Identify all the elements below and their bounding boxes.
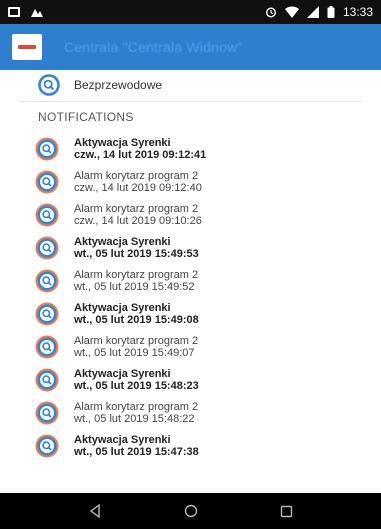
- notification-text: Aktywacja Syrenki wt., 05 lut 2019 15:48:…: [74, 368, 199, 392]
- notification-text: Alarm korytarz program 2 wt., 05 lut 2019…: [74, 269, 198, 293]
- notification-date: wt., 05 lut 2019 15:48:23: [74, 379, 199, 392]
- notification-item[interactable]: Alarm korytarz program 2 wt., 05 lut 2019…: [0, 264, 381, 297]
- notification-item[interactable]: Aktywacja Syrenki wt., 05 lut 2019 15:49:…: [0, 297, 381, 330]
- notification-date: wt., 05 lut 2019 15:49:53: [74, 247, 199, 260]
- notification-title: Aktywacja Syrenki: [74, 301, 171, 314]
- notification-title: Alarm korytarz program 2: [74, 268, 199, 281]
- notification-date: wt., 05 lut 2019 15:49:07: [74, 346, 195, 359]
- notification-item[interactable]: Alarm korytarz program 2 czw., 14 lut 201…: [0, 198, 381, 231]
- battery-icon: [327, 6, 335, 18]
- notifications-header: NOTIFICATIONS: [38, 110, 134, 124]
- alarm-badge-icon: [34, 301, 60, 327]
- app-title: Centrala "Centrala Widnow": [64, 39, 243, 55]
- notification-text: Alarm korytarz program 2 czw., 14 lut 201…: [74, 203, 202, 227]
- notification-title: Alarm korytarz program 2: [74, 202, 199, 215]
- notifications-list: Aktywacja Syrenki czw., 14 lut 2019 09:12…: [0, 132, 381, 462]
- alarm-icon: [265, 6, 277, 18]
- notification-text: Alarm korytarz program 2 wt., 05 lut 2019…: [74, 401, 198, 425]
- alarm-badge-icon: [34, 268, 60, 294]
- notification-item[interactable]: Aktywacja Syrenki wt., 05 lut 2019 15:47:…: [0, 429, 381, 462]
- alarm-badge-icon: [34, 169, 60, 195]
- notification-date: czw., 14 lut 2019 09:10:26: [74, 214, 202, 227]
- notification-text: Aktywacja Syrenki wt., 05 lut 2019 15:49:…: [74, 302, 199, 326]
- notification-title: Aktywacja Syrenki: [74, 235, 171, 248]
- alarm-badge-icon: [34, 235, 60, 261]
- notification-item[interactable]: Alarm korytarz program 2 czw., 14 lut 201…: [0, 165, 381, 198]
- notification-item[interactable]: Alarm korytarz program 2 wt., 05 lut 2019…: [0, 396, 381, 429]
- nav-bar: [0, 493, 381, 529]
- alarm-badge-icon: [34, 400, 60, 426]
- back-button[interactable]: [47, 504, 143, 518]
- app-bar: Centrala "Centrala Widnow": [0, 24, 381, 70]
- signal-icon: [306, 6, 319, 18]
- home-icon: [184, 504, 198, 518]
- alarm-badge-icon: [34, 367, 60, 393]
- home-button[interactable]: [143, 504, 239, 518]
- alarm-badge-icon: [34, 433, 60, 459]
- notification-date: czw., 14 lut 2019 09:12:40: [74, 181, 202, 194]
- notification-date: wt., 05 lut 2019 15:48:22: [74, 412, 195, 425]
- notification-text: Alarm korytarz program 2 czw., 14 lut 201…: [74, 170, 202, 194]
- wifi-icon: [284, 6, 299, 18]
- app-logo-icon[interactable]: [12, 34, 42, 60]
- recents-button[interactable]: [239, 505, 335, 518]
- image-icon: [8, 7, 20, 17]
- notification-text: Aktywacja Syrenki czw., 14 lut 2019 09:12…: [74, 137, 206, 161]
- notifications-screen[interactable]: Bezprzewodowe NOTIFICATIONS Aktywacja Sy…: [0, 70, 381, 493]
- notification-item[interactable]: Aktywacja Syrenki wt., 05 lut 2019 15:48:…: [0, 363, 381, 396]
- notification-title: Aktywacja Syrenki: [74, 433, 171, 446]
- divider: [20, 101, 361, 102]
- status-bar: 13:33: [0, 0, 381, 24]
- notification-text: Aktywacja Syrenki wt., 05 lut 2019 15:47:…: [74, 434, 199, 458]
- search-badge-icon: [38, 74, 60, 96]
- notification-date: czw., 14 lut 2019 09:12:41: [74, 148, 207, 161]
- notification-date: wt., 05 lut 2019 15:49:52: [74, 280, 195, 293]
- notification-icon: [30, 6, 44, 18]
- status-right: 13:33: [265, 5, 373, 19]
- notification-title: Aktywacja Syrenki: [74, 367, 171, 380]
- notification-date: wt., 05 lut 2019 15:47:38: [74, 445, 199, 458]
- wireless-label: Bezprzewodowe: [74, 78, 163, 92]
- notification-title: Alarm korytarz program 2: [74, 334, 199, 347]
- alarm-badge-icon: [34, 202, 60, 228]
- notification-title: Alarm korytarz program 2: [74, 400, 199, 413]
- notification-title: Aktywacja Syrenki: [74, 136, 171, 149]
- back-icon: [88, 504, 102, 518]
- notification-item[interactable]: Aktywacja Syrenki czw., 14 lut 2019 09:12…: [0, 132, 381, 165]
- notification-title: Alarm korytarz program 2: [74, 169, 199, 182]
- alarm-badge-icon: [34, 136, 60, 162]
- status-time: 13:33: [342, 5, 373, 19]
- notification-item[interactable]: Alarm korytarz program 2 wt., 05 lut 2019…: [0, 330, 381, 363]
- notification-date: wt., 05 lut 2019 15:49:08: [74, 313, 199, 326]
- notification-item[interactable]: Aktywacja Syrenki wt., 05 lut 2019 15:49:…: [0, 231, 381, 264]
- notification-text: Alarm korytarz program 2 wt., 05 lut 2019…: [74, 335, 198, 359]
- status-left: [8, 6, 44, 18]
- recents-icon: [280, 505, 293, 518]
- notification-text: Aktywacja Syrenki wt., 05 lut 2019 15:49:…: [74, 236, 199, 260]
- alarm-badge-icon: [34, 334, 60, 360]
- wireless-row[interactable]: Bezprzewodowe: [0, 70, 381, 100]
